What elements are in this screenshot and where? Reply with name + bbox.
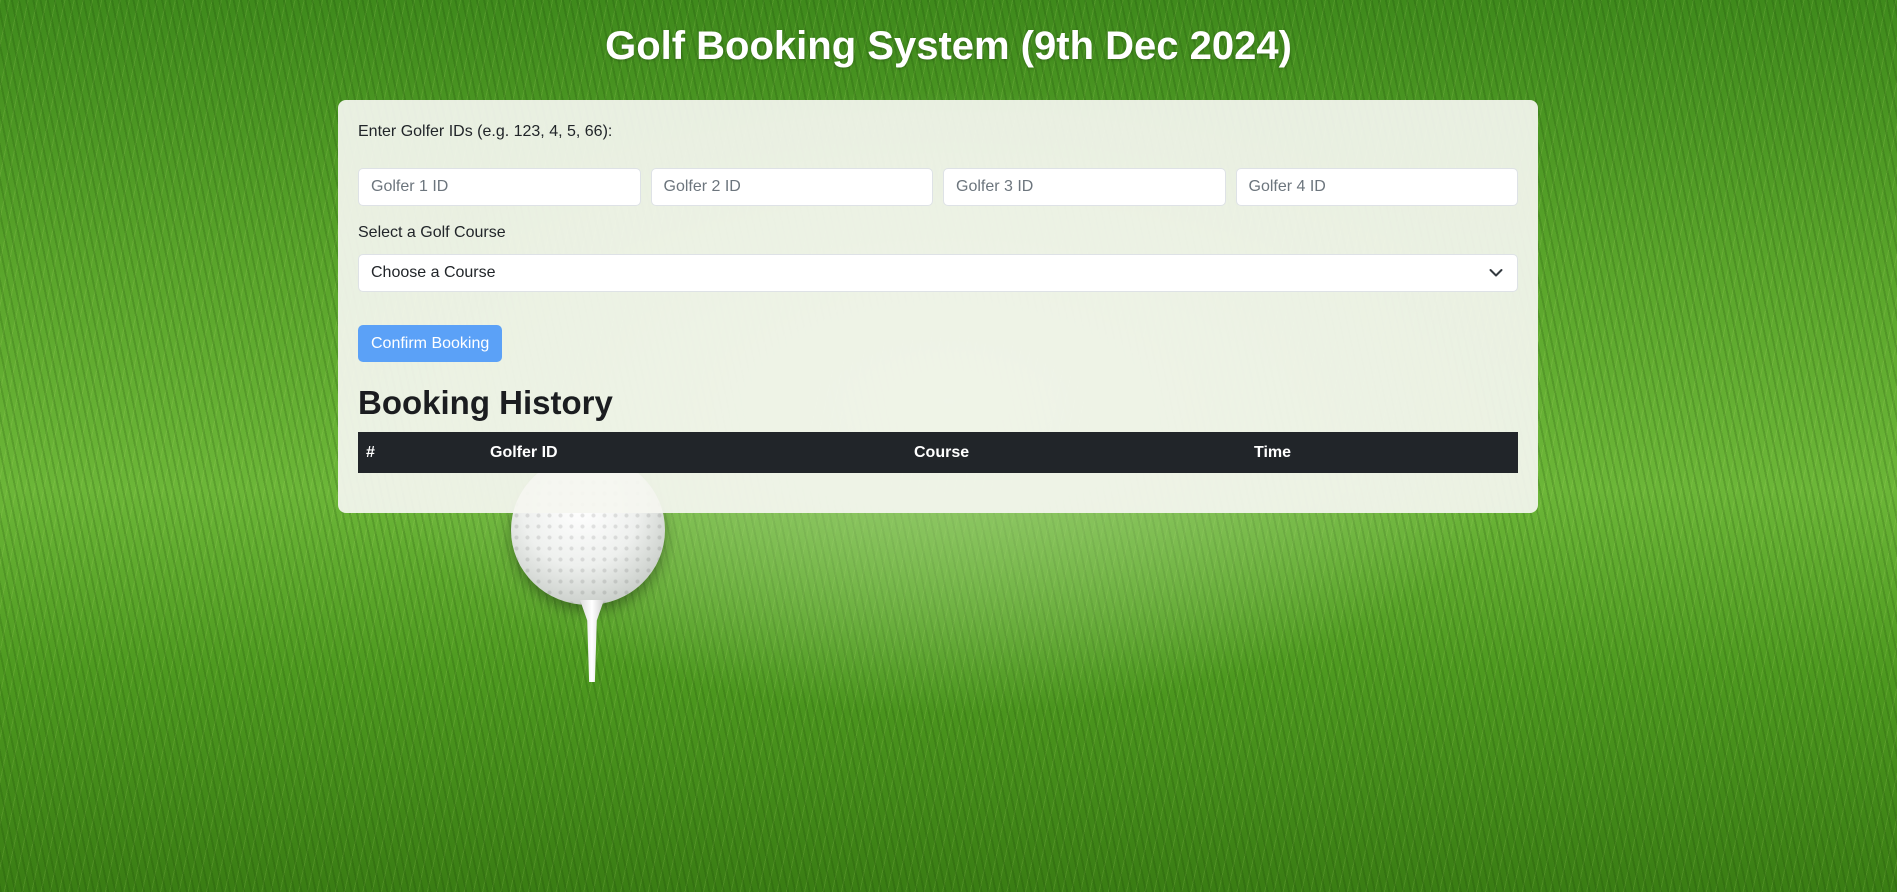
golfer-4-id-input[interactable]	[1235, 168, 1518, 206]
course-select-label: Select a Golf Course	[358, 224, 506, 241]
booking-history-table: # Golfer ID Course Time	[358, 432, 1518, 473]
confirm-booking-button[interactable]: Confirm Booking	[358, 325, 503, 362]
chevron-down-icon	[1489, 269, 1503, 277]
booking-history-heading: Booking History	[358, 384, 613, 421]
golf-tee	[580, 600, 604, 682]
golfer-2-id-input[interactable]	[650, 168, 933, 206]
column-header-course: Course	[906, 432, 1246, 473]
booking-panel: Enter Golfer IDs (e.g. 123, 4, 5, 66): S…	[338, 100, 1538, 513]
course-select-value: Choose a Course	[371, 264, 496, 281]
golfer-3-id-input[interactable]	[943, 168, 1226, 206]
column-header-number: #	[358, 432, 482, 473]
page-title: Golf Booking System (9th Dec 2024)	[605, 24, 1292, 68]
course-select[interactable]: Choose a Course	[358, 254, 1518, 292]
golfer-id-inputs	[358, 168, 1518, 206]
column-header-golfer-id: Golfer ID	[482, 432, 906, 473]
table-header-row: # Golfer ID Course Time	[358, 432, 1518, 473]
golfer-1-id-input[interactable]	[358, 168, 641, 206]
column-header-time: Time	[1246, 432, 1518, 473]
golfer-ids-label: Enter Golfer IDs (e.g. 123, 4, 5, 66):	[358, 123, 613, 140]
